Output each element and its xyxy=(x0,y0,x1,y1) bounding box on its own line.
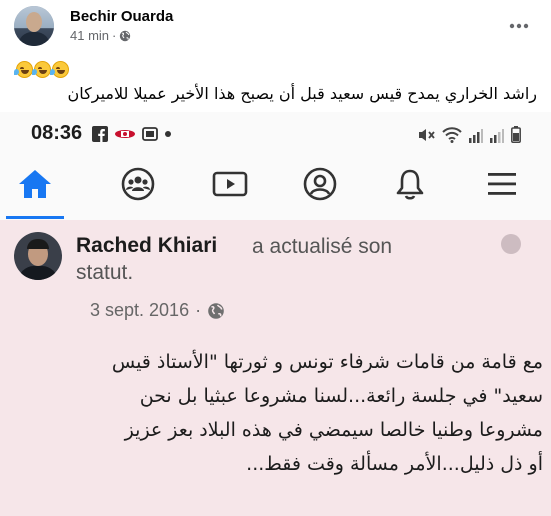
status-time: 08:36 xyxy=(31,122,83,144)
post-time[interactable]: 41 min xyxy=(70,28,109,43)
shared-post-card: Rached Khiari a actualisé son statut. 3 … xyxy=(0,220,551,516)
gallery-icon xyxy=(142,127,158,141)
card-text-line: أو ذل ذليل...الأمر مسألة وقت فقط... xyxy=(246,453,543,475)
nav-watch[interactable] xyxy=(210,166,250,202)
cast-icon xyxy=(115,130,135,138)
nav-groups[interactable] xyxy=(118,166,158,202)
watch-icon xyxy=(212,171,248,197)
card-meta: 3 sept. 2016 · xyxy=(90,300,225,321)
card-text-line: سعيد" في جلسة رائعة...لسنا مشروعا عبثيا … xyxy=(139,385,543,407)
battery-icon xyxy=(511,126,521,143)
card-text-line: مع قامة من قامات شرفاء تونس و ثورتها "ال… xyxy=(111,351,543,373)
globe-icon xyxy=(208,302,224,319)
globe-icon[interactable] xyxy=(119,30,131,42)
menu-icon xyxy=(488,173,516,195)
card-separator: · xyxy=(195,300,202,320)
author-name[interactable]: Bechir Ouarda xyxy=(70,8,173,25)
groups-icon xyxy=(121,167,155,201)
rofl-emoji-icon xyxy=(50,61,69,78)
card-text: مع قامة من قامات شرفاء تونس و ثورتها "ال… xyxy=(3,345,543,481)
nav-profile[interactable] xyxy=(300,166,340,202)
profile-icon xyxy=(303,167,337,201)
home-icon xyxy=(19,170,51,198)
rofl-emoji-icon xyxy=(32,61,51,78)
card-action: a actualisé son xyxy=(252,235,393,258)
wifi-icon xyxy=(442,126,462,143)
mute-icon xyxy=(419,128,435,141)
facebook-icon xyxy=(92,126,108,142)
notifications-icon xyxy=(396,169,424,200)
active-tab-indicator xyxy=(6,216,64,219)
emoji-row xyxy=(14,61,69,78)
nav-home[interactable] xyxy=(15,166,55,202)
post-header: Bechir Ouarda 41 min · xyxy=(14,4,537,46)
more-options-button[interactable] xyxy=(503,10,535,42)
post-meta: 41 min · xyxy=(70,28,131,43)
card-action-continued: statut. xyxy=(76,261,134,284)
card-author-name[interactable]: Rached Khiari xyxy=(76,234,217,258)
meta-separator: · xyxy=(112,28,117,43)
card-badge-icon xyxy=(501,234,521,254)
dot-icon xyxy=(165,131,171,137)
post-text: راشد الخراري يمدح قيس سعيد قبل أن يصبح ه… xyxy=(67,84,537,103)
avatar[interactable] xyxy=(14,6,54,46)
rofl-emoji-icon xyxy=(14,61,33,78)
status-bar: 08:36 xyxy=(0,112,551,154)
embedded-screenshot[interactable]: 08:36 Rached Khiari a actualisé son stat… xyxy=(0,112,551,516)
app-nav-bar xyxy=(0,154,551,221)
nav-menu[interactable] xyxy=(482,166,522,202)
card-text-line: مشروعا وطنيا خالصا سيمضي في هذه البلاد ب… xyxy=(124,419,543,441)
signal-icon xyxy=(469,128,483,143)
nav-notifications[interactable] xyxy=(390,166,430,202)
more-horizontal-icon xyxy=(509,23,529,29)
card-avatar[interactable] xyxy=(14,232,62,280)
card-date[interactable]: 3 sept. 2016 xyxy=(90,300,189,321)
signal-icon xyxy=(490,128,504,143)
